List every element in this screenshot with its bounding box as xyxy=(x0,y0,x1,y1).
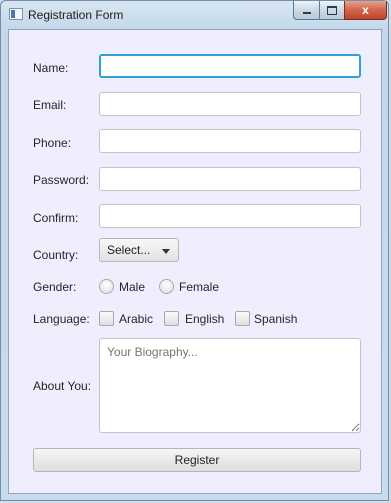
confirm-password-input[interactable] xyxy=(99,204,361,228)
biography-textarea[interactable] xyxy=(99,338,361,433)
register-button[interactable]: Register xyxy=(33,448,361,472)
maximize-icon xyxy=(327,5,337,15)
country-select[interactable]: Select... xyxy=(99,238,179,262)
country-label: Country: xyxy=(33,248,79,262)
window-title: Registration Form xyxy=(28,8,124,22)
gender-label: Gender: xyxy=(33,280,77,294)
gender-female-label[interactable]: Female xyxy=(179,280,219,294)
close-icon: x xyxy=(362,3,369,17)
phone-label: Phone: xyxy=(33,136,72,150)
language-english-label[interactable]: English xyxy=(185,312,224,326)
email-label: Email: xyxy=(33,98,67,112)
password-input[interactable] xyxy=(99,167,361,191)
phone-input[interactable] xyxy=(99,129,361,153)
password-label: Password: xyxy=(33,173,90,187)
country-selected-value: Select... xyxy=(107,243,151,257)
minimize-button[interactable] xyxy=(293,1,320,20)
gender-male-label[interactable]: Male xyxy=(119,280,145,294)
gender-male-radio[interactable] xyxy=(99,279,114,294)
language-arabic-label[interactable]: Arabic xyxy=(119,312,153,326)
confirm-label: Confirm: xyxy=(33,211,79,225)
language-spanish-checkbox[interactable] xyxy=(235,311,250,326)
name-input[interactable] xyxy=(99,54,361,78)
close-button[interactable]: x xyxy=(344,1,387,20)
title-bar[interactable]: Registration Form x xyxy=(1,1,388,29)
register-button-label: Register xyxy=(174,453,220,467)
email-input[interactable] xyxy=(99,92,361,116)
language-arabic-checkbox[interactable] xyxy=(99,311,114,326)
chevron-down-icon xyxy=(162,249,170,254)
language-spanish-label[interactable]: Spanish xyxy=(254,312,297,326)
language-english-checkbox[interactable] xyxy=(164,311,179,326)
registration-window: Registration Form x Name: Email: Phone: … xyxy=(0,0,389,501)
maximize-button[interactable] xyxy=(319,1,345,20)
app-icon xyxy=(9,8,23,20)
name-label: Name: xyxy=(33,61,69,75)
gender-female-radio[interactable] xyxy=(159,279,174,294)
about-label: About You: xyxy=(33,379,92,393)
minimize-icon xyxy=(302,12,311,14)
form-panel: Name: Email: Phone: Password: Confirm: C… xyxy=(8,29,382,494)
language-label: Language: xyxy=(33,312,90,326)
